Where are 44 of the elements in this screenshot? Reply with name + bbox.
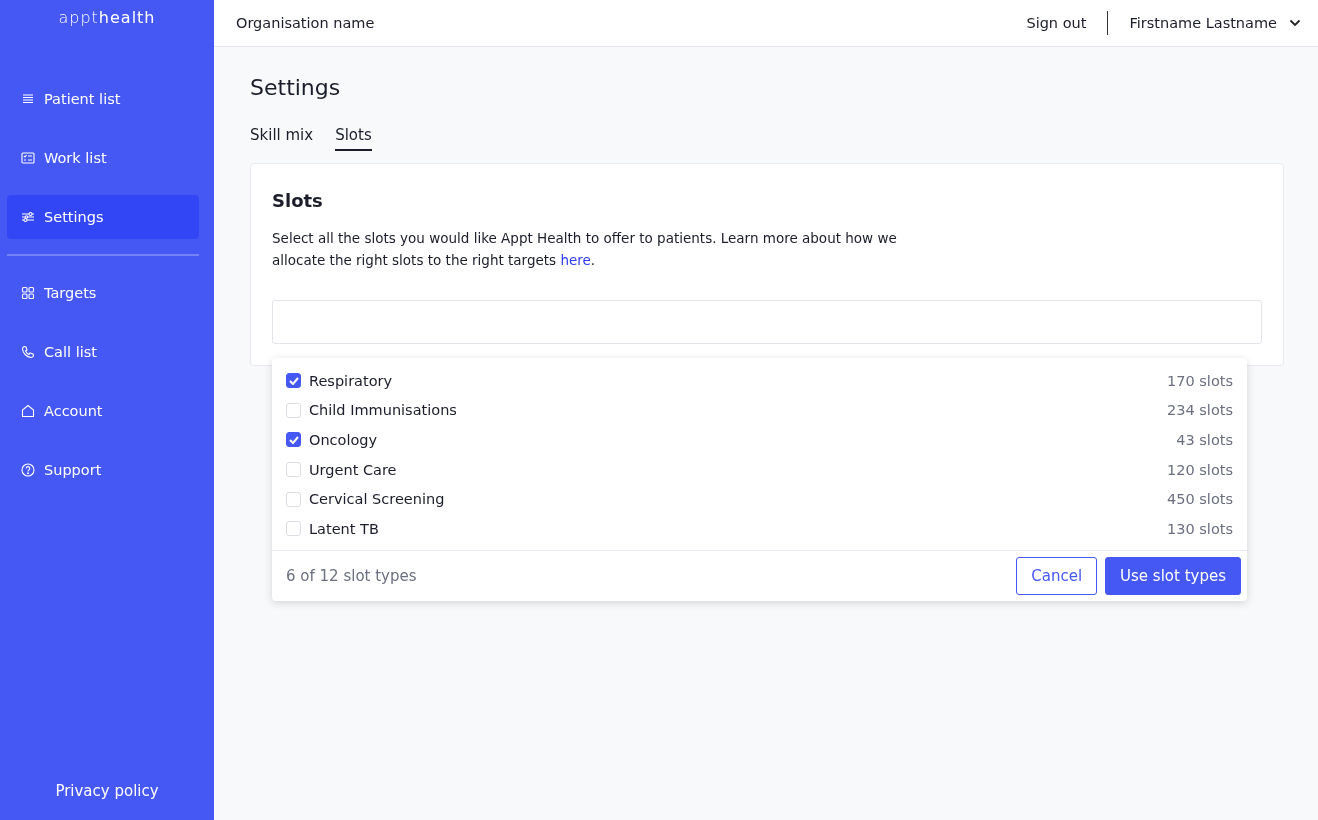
grid-icon (21, 286, 35, 300)
phone-icon (21, 345, 35, 359)
slot-count: 43 slots (1176, 432, 1233, 448)
sidebar-item[interactable]: Support (7, 448, 199, 492)
help-icon (21, 463, 35, 477)
page-title: Settings (250, 75, 342, 100)
use-slot-types-button[interactable]: Use slot types (1105, 556, 1241, 595)
sidebar-item[interactable]: Patient list (7, 77, 199, 121)
slot-option[interactable]: Cervical Screening 450 slots (286, 484, 1233, 514)
card-title: Slots (272, 190, 324, 211)
slot-option[interactable]: Oncology 43 slots (286, 425, 1233, 455)
list-icon (21, 92, 35, 106)
sliders-icon (21, 210, 35, 224)
sidebar-item[interactable]: Work list (7, 136, 199, 180)
checkbox[interactable] (286, 432, 301, 448)
organisation-name: Organisation name (236, 15, 376, 31)
slot-count: 120 slots (1167, 461, 1233, 478)
slot-count: 170 slots (1167, 372, 1233, 389)
slot-option[interactable]: Child Immunisations 234 slots (286, 395, 1233, 426)
tab[interactable]: Slots (335, 126, 372, 151)
help-link[interactable]: here (560, 252, 591, 268)
slot-option[interactable]: Latent TB 130 slots (286, 513, 1233, 544)
sidebar-item[interactable]: Targets (7, 271, 199, 315)
slot-count: 450 slots (1167, 491, 1233, 508)
chevron-down-icon (1289, 19, 1301, 27)
user-menu[interactable]: Firstname Lastname (1129, 15, 1301, 31)
slot-count: 130 slots (1167, 520, 1233, 537)
slot-option[interactable]: Respiratory 170 slots (286, 366, 1233, 396)
privacy-policy-link[interactable]: Privacy policy (55, 782, 159, 800)
sign-out-link[interactable]: Sign out (1026, 15, 1087, 31)
slot-count: 234 slots (1167, 402, 1233, 419)
tab[interactable]: Skill mix (250, 126, 314, 151)
sidebar-item[interactable]: Settings (7, 195, 199, 239)
house-icon (21, 404, 35, 418)
cancel-button[interactable]: Cancel (1016, 556, 1098, 595)
selection-summary: 6 of 12 slot types (286, 566, 418, 585)
card-description: Select all the slots you would like Appt Health to offer to patients. Learn more about how we allocate the right slots to the right targets here. (272, 229, 898, 270)
search-field[interactable] (272, 300, 1262, 344)
sidebar-item[interactable]: Call list (7, 330, 199, 374)
checklist-icon (21, 151, 35, 165)
checkbox[interactable] (286, 373, 301, 389)
app-logo: appthealth (58, 8, 156, 27)
sidebar-item[interactable]: Account (7, 389, 199, 433)
slot-option[interactable]: Urgent Care 120 slots (286, 454, 1233, 485)
